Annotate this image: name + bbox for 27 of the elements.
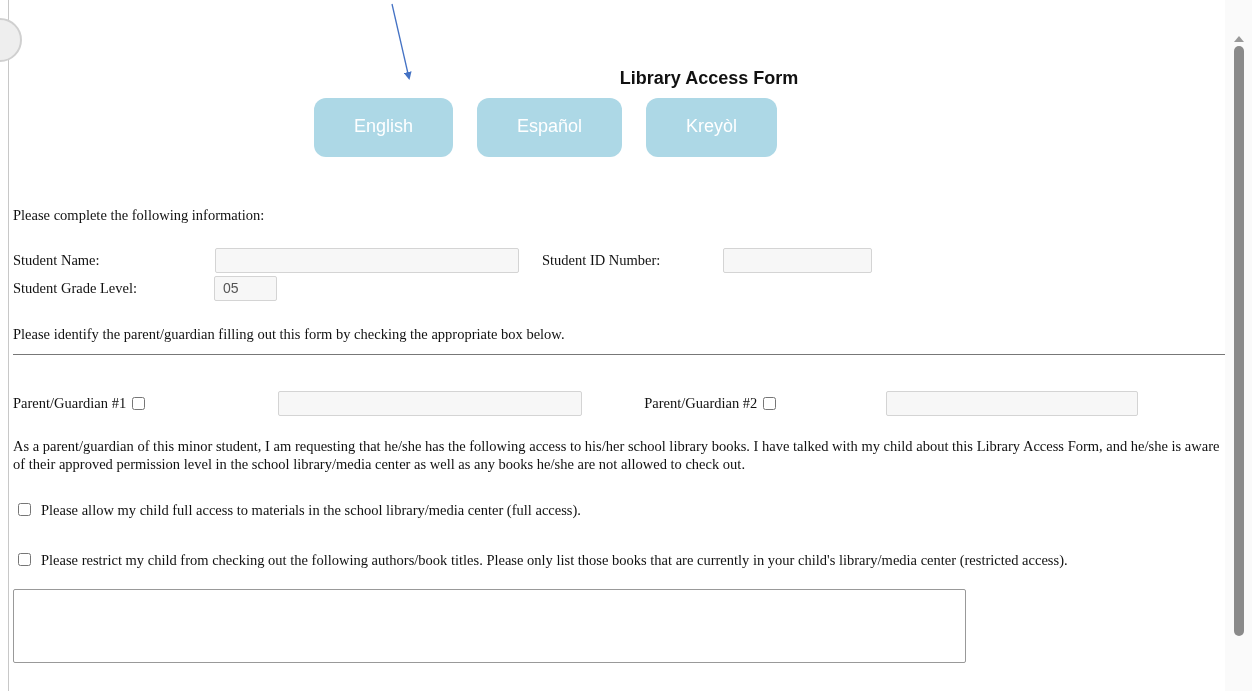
scroll-up-icon[interactable] (1233, 36, 1244, 42)
form-title: Library Access Form (618, 68, 800, 90)
language-button[interactable]: Kreyòl (646, 97, 778, 157)
field-label: Student Name: (13, 251, 101, 270)
scrollbar[interactable] (1225, 0, 1252, 691)
field-label: Parent/Guardian #1 (13, 395, 127, 413)
language-button[interactable]: Español (476, 97, 623, 157)
access-checkbox[interactable] (18, 503, 31, 517)
statement-paragraph: As a parent/guardian of this minor student, I am requesting that he/she has the following access to his/her school library books. I have talked with my child about this Library Access Form, and he/she is aware of their approved permission level in the school library/media center as well as any books he/she are not allowed to check out. (13, 438, 1221, 474)
field-label: Student Grade Level: (13, 279, 138, 298)
language-button[interactable]: English (313, 97, 453, 157)
guardian-checkbox[interactable] (763, 397, 777, 411)
guardian-name-field[interactable] (886, 391, 1139, 417)
grade-level-field[interactable]: 05 (214, 276, 277, 301)
instruction-text: Please complete the following information: (13, 206, 266, 224)
student-id-field[interactable] (723, 248, 872, 273)
student-name-field[interactable] (215, 248, 519, 273)
field-label: Student ID Number: (542, 251, 662, 270)
instruction-text: Please identify the parent/guardian filling out this form by checking the appropriate box below. (13, 326, 566, 344)
field-label: Parent/Guardian #2 (644, 395, 758, 413)
guardian-name-field[interactable] (278, 391, 583, 417)
access-checkbox[interactable] (18, 552, 31, 566)
guardian-checkbox[interactable] (132, 397, 146, 411)
scrollbar-thumb[interactable] (1233, 46, 1244, 636)
option-label: Please allow my child full access to materials in the school library/media center (full access). (41, 502, 581, 519)
restricted-titles-textarea[interactable] (13, 588, 966, 663)
option-label: Please restrict my child from checking out the following authors/book titles. Please only list those books that are currently in your child's library/media center (restricted access). (41, 551, 1068, 568)
